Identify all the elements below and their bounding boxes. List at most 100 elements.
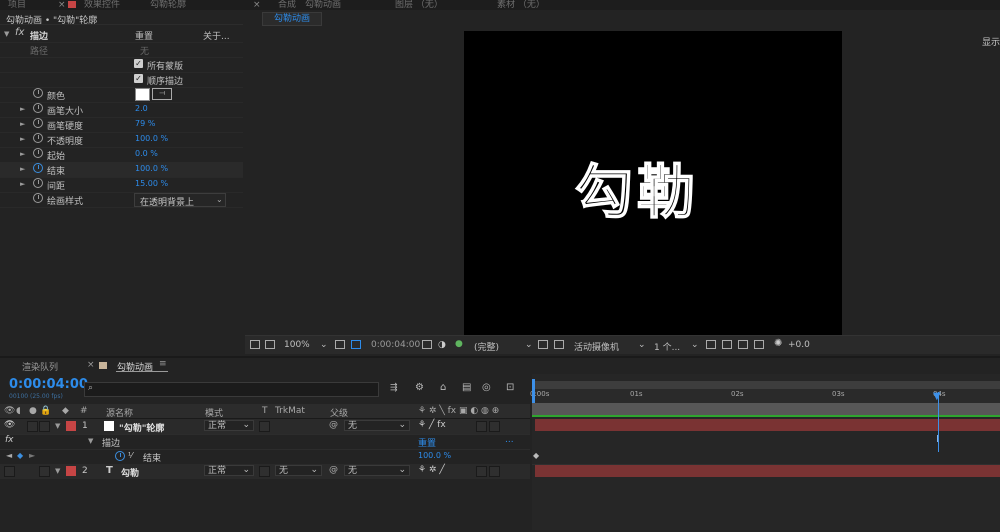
expand-triangle-icon[interactable]: ► [20, 165, 25, 173]
effect-name[interactable]: 描边 [102, 436, 120, 449]
stopwatch-icon[interactable] [33, 88, 43, 98]
time-ruler[interactable] [532, 389, 1000, 403]
composition-mini-flowchart-icon[interactable]: ⇶ [390, 383, 398, 393]
region-icon[interactable] [538, 340, 548, 349]
stopwatch-icon[interactable] [33, 103, 43, 113]
views-dropdown[interactable]: 1 个... [654, 340, 680, 353]
column-mode[interactable]: 模式 [205, 406, 223, 419]
lock-box[interactable] [39, 421, 50, 432]
layer-name[interactable]: "勾勒"轮廓 [119, 421, 164, 434]
timeline-icon[interactable] [738, 340, 748, 349]
layer-switches-icon[interactable]: ⚘ ✲ ╱ [418, 465, 445, 475]
viewer-comp-tab[interactable]: 勾勒动画 [262, 12, 322, 26]
tab-effect-controls-layer[interactable]: 勾勒轮廓 [150, 0, 186, 10]
tab-render-queue[interactable]: 渲染队列 [22, 360, 58, 373]
visibility-box[interactable] [4, 466, 15, 477]
exposure-icon[interactable]: ✺ [774, 338, 782, 349]
draft-3d-icon[interactable]: ⚙ [415, 382, 424, 393]
tab-composition-name[interactable]: 勾勒动画 [305, 0, 341, 10]
eyedropper-icon[interactable]: ⟞ [152, 88, 172, 100]
camera-dropdown[interactable]: 活动摄像机 [574, 340, 619, 353]
layer-duration-bar[interactable] [535, 419, 1000, 431]
expand-triangle-icon[interactable]: ► [20, 105, 25, 113]
motion-blur-icon[interactable]: ◎ [482, 382, 491, 393]
prop-opacity-value[interactable]: 100.0 % [135, 134, 168, 143]
canvas-outline-text[interactable]: 勾勒 [574, 145, 699, 229]
fit-icon[interactable] [335, 340, 345, 349]
stopwatch-icon[interactable] [33, 133, 43, 143]
color-swatch[interactable] [135, 88, 150, 101]
effect-row[interactable]: fx ▼ 描边 重置 ... [0, 434, 530, 450]
label-color-swatch[interactable] [66, 466, 76, 476]
color-channels-icon[interactable]: ● [455, 339, 463, 349]
parent-dropdown[interactable]: 无 ⌄ [344, 465, 410, 476]
reset-button[interactable]: 重置 [418, 436, 436, 449]
stopwatch-active-icon[interactable] [33, 163, 43, 173]
layer-row[interactable]: 👁 ▼ 1 "勾勒"轮廓 正常 ⌄ @ 无 ⌄ ⚘ ╱ fx [0, 419, 530, 435]
audio-icon[interactable]: ◖ [16, 406, 21, 416]
property-value[interactable]: 100.0 % [418, 451, 451, 460]
prop-spacing-value[interactable]: 15.00 % [135, 179, 168, 188]
column-trkmat[interactable]: TrkMat [275, 406, 305, 416]
time-navigator-bar[interactable] [532, 381, 1000, 389]
parent-dropdown[interactable]: 无 ⌄ [344, 420, 410, 431]
viewer-timecode[interactable]: 0:00:04:00 [371, 340, 420, 350]
mask-icon[interactable]: ◑ [438, 340, 446, 350]
camera-icon[interactable] [422, 340, 432, 349]
switch-box[interactable] [476, 466, 487, 477]
layer-search-input[interactable]: ⌕ [84, 382, 379, 397]
paint-style-dropdown[interactable]: 在透明背景上 ⌄ [134, 193, 226, 208]
keyframe-diamond-icon[interactable]: ◆ [17, 451, 23, 460]
prop-brush-hardness-value[interactable]: 79 % [135, 119, 155, 128]
toggle-pixel-icon[interactable] [706, 340, 716, 349]
collapse-triangle-icon[interactable]: ▼ [55, 467, 60, 475]
pickwhip-icon[interactable]: @ [329, 465, 338, 475]
column-source-name[interactable]: 源名称 [106, 406, 133, 419]
close-icon[interactable]: × [253, 0, 261, 10]
tab-project[interactable]: 项目 [8, 0, 26, 10]
preserve-transparency-box[interactable] [259, 466, 270, 477]
close-icon[interactable]: × [58, 0, 66, 10]
stopwatch-active-icon[interactable] [115, 451, 125, 461]
stopwatch-icon[interactable] [33, 178, 43, 188]
tab-footage[interactable]: 素材 （无） [497, 0, 545, 10]
frame-blending-icon[interactable]: ▤ [462, 382, 471, 393]
prop-brush-size-value[interactable]: 2.0 [135, 104, 148, 113]
sequential-checkbox[interactable]: ✓ [134, 74, 143, 83]
column-parent[interactable]: 父级 [330, 406, 348, 419]
graph-icon[interactable]: ⅟ [128, 451, 133, 460]
playhead-icon[interactable]: ▼ [933, 391, 941, 402]
blend-mode-dropdown[interactable]: 正常 ⌄ [204, 420, 254, 431]
shy-layers-icon[interactable]: ⌂ [440, 382, 446, 393]
prop-start-value[interactable]: 0.0 % [135, 149, 158, 158]
visibility-eye-icon[interactable]: 👁 [4, 420, 15, 430]
switches-icon[interactable]: ⚘ ✲ ╲ fx ▣ ◐ ◍ ⊕ [418, 406, 499, 416]
collapse-triangle-icon[interactable]: ▼ [4, 30, 9, 38]
stopwatch-icon[interactable] [33, 148, 43, 158]
expand-triangle-icon[interactable]: ► [20, 180, 25, 188]
layer-row[interactable]: ▼ 2 T 勾勒 正常 ⌄ 无 ⌄ @ 无 ⌄ ⚘ ✲ ╱ [0, 464, 530, 480]
3d-draft-icon[interactable] [722, 340, 732, 349]
solo-box[interactable] [27, 421, 38, 432]
prop-end-value[interactable]: 100.0 % [135, 164, 168, 173]
close-icon[interactable]: × [87, 360, 95, 370]
layer-switches-icon[interactable]: ⚘ ╱ fx [418, 420, 446, 430]
resolution-dropdown[interactable]: (完整) [474, 340, 499, 353]
switch-box[interactable] [489, 421, 500, 432]
label-color-swatch[interactable] [66, 421, 76, 431]
layer-name[interactable]: 勾勒 [121, 466, 139, 479]
flowchart-icon[interactable] [754, 340, 764, 349]
about-button[interactable]: 关于... [203, 29, 230, 42]
collapse-triangle-icon[interactable]: ▼ [88, 437, 93, 445]
graph-editor-icon[interactable]: ⊡ [506, 382, 514, 393]
more-button[interactable]: ... [505, 435, 514, 445]
exposure-value[interactable]: +0.0 [788, 340, 810, 350]
tab-composition[interactable]: 合成 [278, 0, 296, 10]
fx-icon[interactable]: fx [5, 435, 14, 445]
expand-triangle-icon[interactable]: ► [20, 150, 25, 158]
label-tag-icon[interactable]: ◆ [62, 406, 69, 416]
trkmat-dropdown[interactable]: 无 ⌄ [275, 465, 322, 476]
property-row[interactable]: ◄ ◆ ► ⅟ 结束 100.0 % [0, 449, 530, 465]
eye-icon[interactable]: 👁 [4, 406, 15, 416]
all-masks-checkbox[interactable]: ✓ [134, 59, 143, 68]
